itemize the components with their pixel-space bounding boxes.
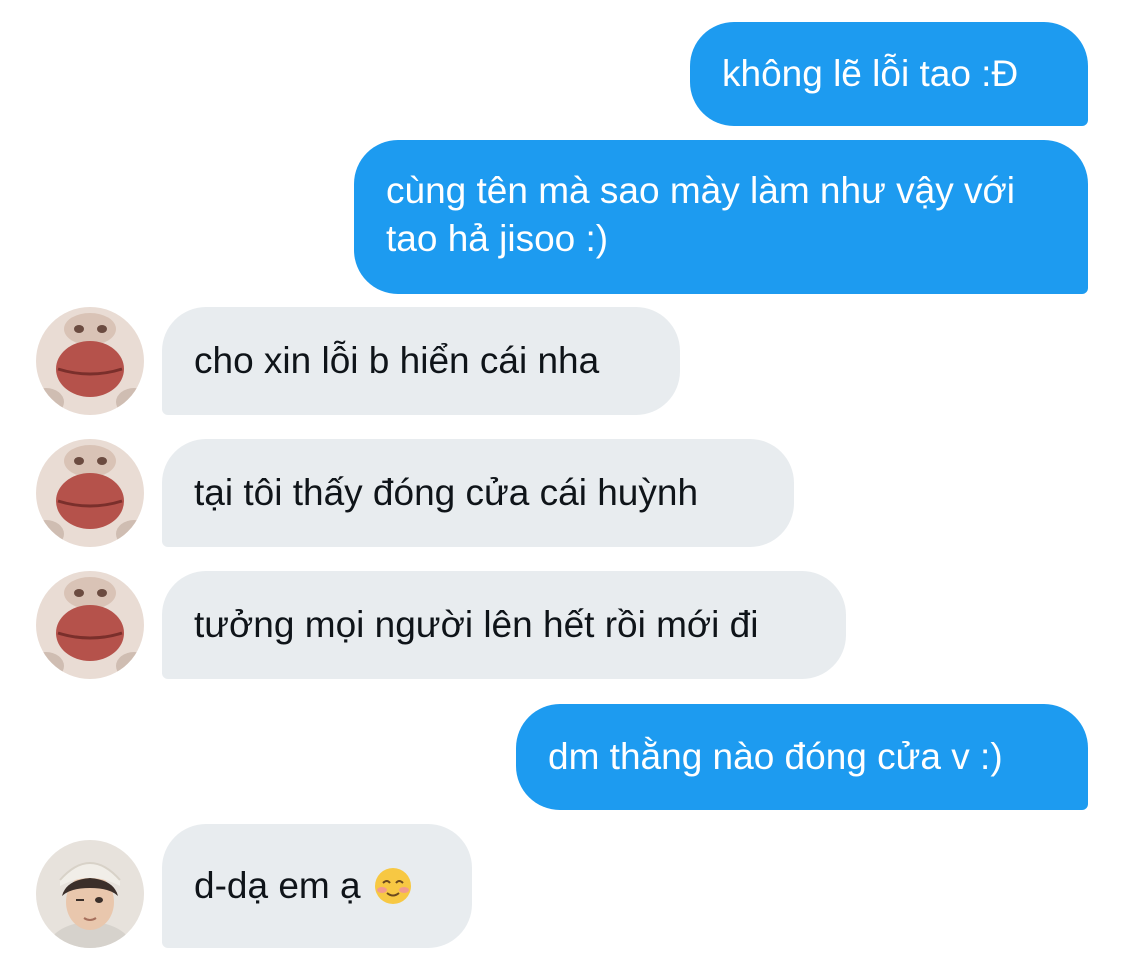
chat-thread: không lẽ lỗi tao :Đ cùng tên mà sao mày …	[0, 0, 1125, 954]
contact-avatar[interactable]	[36, 439, 144, 547]
lips-avatar-icon	[36, 439, 144, 547]
lips-avatar-icon	[36, 571, 144, 679]
outgoing-message-bubble[interactable]: cùng tên mà sao mày làm như vậy với tao …	[354, 140, 1088, 294]
incoming-message-bubble[interactable]: cho xin lỗi b hiển cái nha	[162, 307, 680, 415]
incoming-message-bubble[interactable]: tưởng mọi người lên hết rồi mới đi	[162, 571, 846, 679]
outgoing-message-bubble[interactable]: không lẽ lỗi tao :Đ	[690, 22, 1088, 126]
contact-avatar[interactable]	[36, 571, 144, 679]
outgoing-message-bubble[interactable]: dm thằng nào đóng cửa v :)	[516, 704, 1088, 810]
message-text: cùng tên mà sao mày làm như vậy với tao …	[386, 170, 1015, 259]
message-text: không lẽ lỗi tao :Đ	[722, 53, 1019, 94]
incoming-message-bubble[interactable]: d-dạ em ạ	[162, 824, 472, 948]
message-text: tưởng mọi người lên hết rồi mới đi	[194, 604, 759, 645]
contact-avatar[interactable]	[36, 840, 144, 948]
person-avatar-icon	[36, 840, 144, 948]
message-text: dm thằng nào đóng cửa v :)	[548, 736, 1003, 777]
message-text: cho xin lỗi b hiển cái nha	[194, 340, 600, 381]
lips-avatar-icon	[36, 307, 144, 415]
contact-avatar[interactable]	[36, 307, 144, 415]
message-text: tại tôi thấy đóng cửa cái huỳnh	[194, 472, 699, 513]
message-text: d-dạ em ạ	[194, 865, 361, 906]
incoming-message-bubble[interactable]: tại tôi thấy đóng cửa cái huỳnh	[162, 439, 794, 547]
smiling-face-icon	[373, 866, 413, 906]
